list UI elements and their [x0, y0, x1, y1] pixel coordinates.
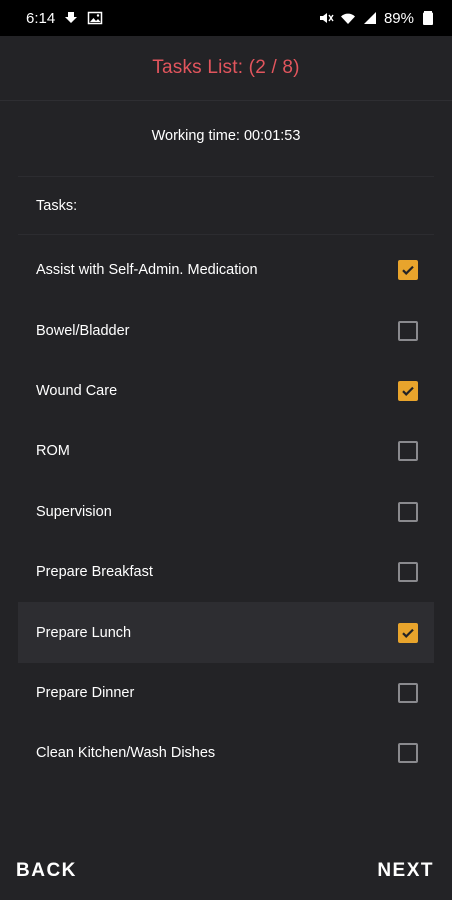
download-icon [63, 10, 79, 26]
task-checkbox[interactable] [398, 562, 418, 583]
task-label: Supervision [36, 503, 112, 520]
status-bar: 6:14 89% [0, 0, 452, 36]
task-label: Prepare Lunch [36, 624, 132, 641]
task-row[interactable]: Wound Care [18, 361, 434, 421]
checkmark-icon [402, 266, 414, 276]
task-row[interactable]: ROM [18, 421, 434, 481]
task-label: Bowel/Bladder [36, 322, 130, 339]
task-row[interactable]: Prepare Dinner [18, 663, 434, 723]
status-left: 6:14 [26, 10, 103, 27]
checkmark-icon [402, 386, 414, 396]
task-row[interactable]: Clean Kitchen/Wash Dishes [18, 723, 434, 783]
battery-icon [420, 10, 436, 26]
task-row[interactable]: Prepare Breakfast [18, 542, 434, 602]
image-icon [87, 10, 103, 26]
status-time: 6:14 [26, 9, 56, 27]
checkmark-icon [402, 628, 414, 638]
bottom-nav: BACK NEXT [0, 842, 452, 900]
task-label: Wound Care [36, 382, 118, 399]
wifi-icon [340, 10, 356, 26]
tasks-heading: Tasks: [36, 198, 78, 214]
next-button[interactable]: NEXT [377, 860, 434, 882]
back-button[interactable]: BACK [16, 860, 77, 882]
signal-icon [362, 10, 378, 26]
page-title: Tasks List: (2 / 8) [152, 57, 300, 78]
task-row[interactable]: Prepare Lunch [18, 602, 434, 663]
task-checkbox[interactable] [398, 441, 418, 462]
status-right: 89% [318, 10, 436, 27]
task-label: ROM [36, 443, 70, 460]
task-label: Clean Kitchen/Wash Dishes [36, 745, 216, 762]
working-time-label: Working time: 00:01:53 [151, 128, 301, 144]
top-app-bar: Tasks List: (2 / 8) [0, 36, 452, 101]
task-label: Prepare Dinner [36, 684, 135, 701]
task-row[interactable]: Bowel/Bladder [18, 300, 434, 360]
divider [18, 176, 434, 177]
task-label: Prepare Breakfast [36, 564, 153, 581]
task-checkbox[interactable] [398, 622, 418, 643]
app-screen: 6:14 89% Tasks List: (2 / 8) Working tim… [0, 0, 452, 900]
battery-percent: 89% [383, 9, 414, 27]
task-row[interactable]: Assist with Self-Admin. Medication [18, 240, 434, 300]
task-list: Assist with Self-Admin. Medication Bowel/… [18, 240, 434, 784]
divider [18, 234, 434, 235]
task-checkbox[interactable] [398, 320, 418, 341]
task-checkbox[interactable] [398, 743, 418, 764]
mute-icon [318, 10, 334, 26]
task-row[interactable]: Supervision [18, 482, 434, 542]
task-checkbox[interactable] [398, 380, 418, 401]
task-checkbox[interactable] [398, 260, 418, 281]
task-label: Assist with Self-Admin. Medication [36, 262, 258, 279]
task-checkbox[interactable] [398, 682, 418, 703]
task-checkbox[interactable] [398, 501, 418, 522]
